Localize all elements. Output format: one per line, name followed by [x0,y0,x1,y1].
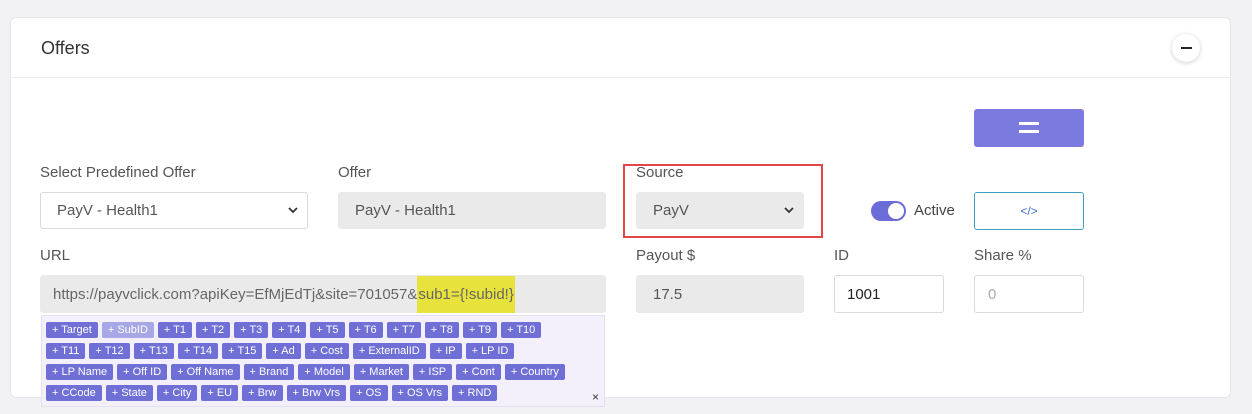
id-label: ID [834,247,849,264]
token-tag[interactable]: + T2 [196,322,231,338]
token-tag[interactable]: + EU [201,385,239,401]
token-tag[interactable]: + OS Vrs [391,385,449,401]
token-tag[interactable]: + T13 [133,343,174,359]
token-tag[interactable]: + T8 [424,322,459,338]
token-tag[interactable]: + City [156,385,198,401]
card-header: Offers [11,18,1230,78]
active-toggle[interactable] [871,201,906,221]
token-tag[interactable]: + Brw Vrs [286,385,347,401]
token-tag[interactable]: + T7 [386,322,421,338]
token-tag[interactable]: + T14 [177,343,219,359]
token-tag[interactable]: + T11 [46,343,86,359]
token-tag[interactable]: + Brand [243,364,295,380]
token-tag[interactable]: + OS [350,385,388,401]
token-tag[interactable]: + T15 [222,343,263,359]
token-tag[interactable]: + CCode [46,385,102,401]
payout-value: 17.5 [653,285,683,303]
tag-row-2: + T11 + T12 + T13 + T14 + T15 + Ad + Cost + Ext… [46,343,515,359]
token-tag[interactable]: + Model [298,364,350,380]
token-tag[interactable]: + T4 [272,322,307,338]
token-tag[interactable]: + State [105,385,153,401]
token-tag[interactable]: + T5 [310,322,345,338]
token-tag-panel: + Target + SubID + T1 + T2 + T3 + T4 + T5 + T6 +… [41,315,605,407]
token-tag[interactable]: + ExternalID [352,343,426,359]
card-title: Offers [41,38,90,58]
token-tag[interactable]: + LP ID [465,343,515,359]
predefined-offer-label: Select Predefined Offer [40,164,196,181]
predefined-offer-select[interactable]: PayV - Health1 [40,192,308,229]
token-tag[interactable]: + RND [452,385,498,401]
url-input[interactable]: https://payvclick.com?apiKey=EfMjEdTj&si… [40,275,606,313]
token-tag[interactable]: + ISP [412,364,453,380]
toggle-knob [888,203,904,219]
offer-value: PayV - Health1 [355,202,456,219]
offer-input[interactable]: PayV - Health1 [338,192,606,229]
payout-label: Payout $ [636,247,696,264]
token-tag[interactable]: + Target [46,322,98,338]
chevron-down-icon [288,207,298,214]
token-tag[interactable]: + SubID [101,322,154,338]
token-tag[interactable]: + Cont [456,364,501,380]
token-tag[interactable]: + T3 [234,322,269,338]
token-tag[interactable]: + IP [429,343,462,359]
share-label: Share % [974,247,1032,264]
url-value-highlight: sub1={!subid!} [417,275,515,313]
tag-row-4: + CCode + State + City + EU + Brw + Brw Vrs + … [46,385,498,401]
url-value-prefix: https://payvclick.com?apiKey=EfMjEdTj&si… [53,285,418,303]
menu-button[interactable] [974,109,1084,147]
close-icon[interactable]: × [592,390,599,404]
collapse-button[interactable] [1172,34,1200,62]
token-tag[interactable]: + T1 [157,322,193,338]
tag-row-3: + LP Name + Off ID + Off Name + Brand + Mode… [46,364,565,380]
source-highlight-frame [623,164,823,238]
tag-row-1: + Target + SubID + T1 + T2 + T3 + T4 + T5 + T6 +… [46,322,542,338]
token-tag[interactable]: + T10 [501,322,542,338]
offer-label: Offer [338,164,372,181]
payout-input[interactable]: 17.5 [636,275,804,313]
minus-icon [1180,47,1192,49]
url-label: URL [40,247,71,264]
token-tag[interactable]: + T9 [462,322,498,338]
token-tag[interactable]: + Cost [304,343,349,359]
token-tag[interactable]: + Market [353,364,409,380]
token-tag[interactable]: + Off ID [117,364,168,380]
token-tag[interactable]: + Brw [242,385,283,401]
token-tag[interactable]: + Ad [266,343,301,359]
token-tag[interactable]: + Country [504,364,565,380]
token-tag[interactable]: + T12 [89,343,130,359]
predefined-offer-value: PayV - Health1 [57,202,158,219]
code-button[interactable]: </> [974,192,1084,230]
id-input[interactable]: 1001 [834,275,944,313]
hamburger-icon [1019,122,1039,133]
code-icon: </> [1020,204,1038,218]
id-value: 1001 [847,285,881,303]
share-input[interactable]: 0 [974,275,1084,313]
share-placeholder: 0 [988,285,997,303]
token-tag[interactable]: + T6 [348,322,383,338]
token-tag[interactable]: + LP Name [46,364,114,380]
active-label: Active [914,202,955,219]
token-tag[interactable]: + Off Name [171,364,240,380]
